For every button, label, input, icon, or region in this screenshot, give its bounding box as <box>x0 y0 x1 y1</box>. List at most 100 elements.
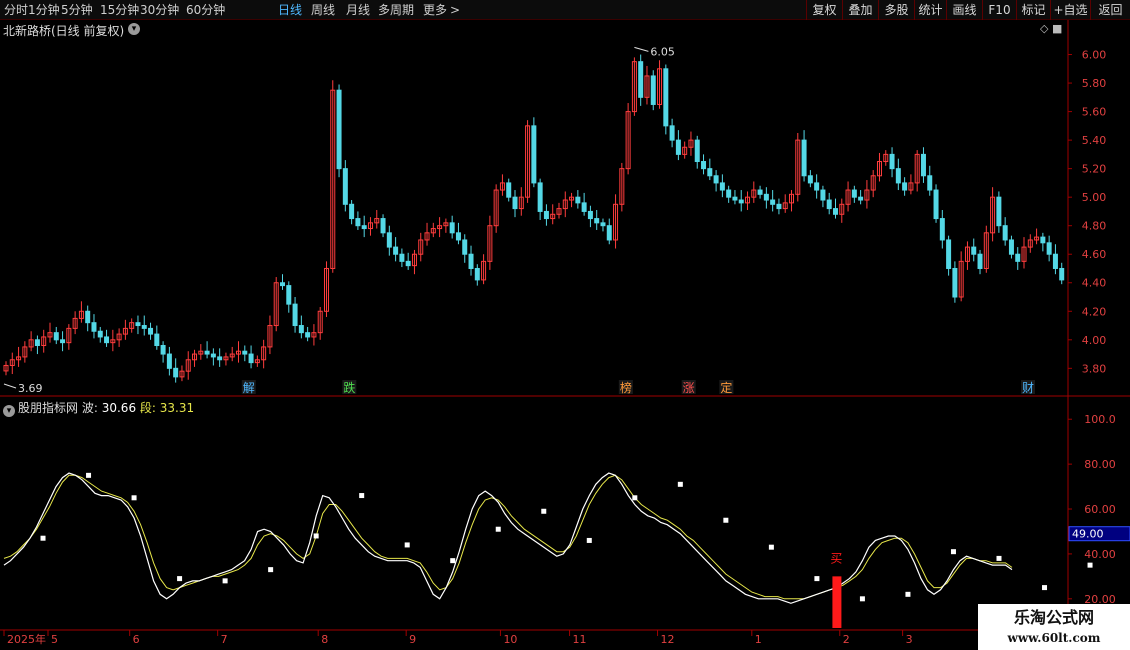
time-label: 1 <box>755 633 762 646</box>
candle-body <box>927 175 933 191</box>
candle-body <box>1059 267 1065 281</box>
candle-body <box>858 196 864 201</box>
candle-body <box>393 246 399 255</box>
candle-body <box>719 182 725 191</box>
candle-body <box>606 225 612 241</box>
event-0: 解 <box>243 381 255 395</box>
candle-body <box>537 182 543 212</box>
wave-marker <box>450 558 456 564</box>
price-tick-label: 5.00 <box>1082 191 1107 204</box>
watermark-title: 乐淘公式网 <box>1013 608 1094 627</box>
price-tick-label: 5.60 <box>1082 106 1107 119</box>
wave-marker <box>996 555 1002 561</box>
watermark-url: www.60lt.com <box>1007 631 1101 645</box>
candle-body <box>298 325 304 334</box>
candle-body <box>91 322 97 332</box>
candle-body <box>726 189 732 198</box>
time-label: 2 <box>843 633 850 646</box>
buy-bar <box>832 576 842 628</box>
event-1: 跌 <box>343 380 355 395</box>
candle-body <box>405 260 411 267</box>
candle-body <box>650 75 656 105</box>
candle-body <box>386 232 392 248</box>
candle-body <box>97 330 103 338</box>
candle-body <box>1040 236 1046 244</box>
candle-body <box>889 153 895 170</box>
candle-body <box>248 353 254 364</box>
candle-body <box>826 199 832 210</box>
time-label: 5 <box>51 633 58 646</box>
wave-marker <box>950 549 956 555</box>
price-tick-label: 4.60 <box>1082 248 1107 261</box>
wave-marker <box>404 542 410 548</box>
time-label: 10 <box>503 633 517 646</box>
candle-body <box>462 239 468 255</box>
wave-marker <box>495 526 501 532</box>
time-label: 3 <box>906 633 913 646</box>
candle-body <box>939 218 945 241</box>
candle-body <box>801 139 807 177</box>
candle-body <box>279 282 285 287</box>
candle-body <box>543 210 549 220</box>
event-2: 榜 <box>620 380 632 395</box>
candle-body <box>581 202 587 212</box>
candle-body <box>952 267 958 298</box>
time-label: 2025年 <box>7 632 46 646</box>
candle-body <box>104 336 110 344</box>
candle-body <box>594 218 600 224</box>
candle-body <box>996 196 1002 227</box>
stock-chart[interactable]: 6.00 5.80 5.60 5.40 5.20 5.00 4.80 4.60 4.40 4.20… <box>0 0 1130 650</box>
candle-body <box>474 267 480 281</box>
candle-body <box>770 199 776 205</box>
time-label: 8 <box>321 633 328 646</box>
wave-marker <box>313 533 319 539</box>
price-tick-label: 4.80 <box>1082 220 1107 233</box>
candle-body <box>355 218 361 227</box>
wave-marker <box>723 517 729 523</box>
wave-marker <box>131 495 137 501</box>
wave-marker <box>586 537 592 543</box>
candle-body <box>707 168 713 177</box>
candle-body <box>141 325 147 329</box>
high-pointer <box>634 46 649 52</box>
price-tick-label: 4.20 <box>1082 305 1107 318</box>
candle-body <box>920 153 926 177</box>
candle-body <box>763 193 769 201</box>
candle-body <box>305 332 311 338</box>
candle-body <box>242 350 248 355</box>
ind-tick-label: 60.00 <box>1084 503 1116 516</box>
candle-body <box>1052 253 1058 269</box>
wave-marker <box>40 535 46 541</box>
seg-line <box>3 474 1013 600</box>
candle-body <box>217 356 223 361</box>
candle-body <box>820 189 826 201</box>
wave-marker <box>541 508 547 514</box>
wave-marker <box>268 567 274 573</box>
candles <box>3 54 1065 383</box>
wave-marker <box>677 481 683 487</box>
wave-marker <box>632 495 638 501</box>
candle-body <box>399 253 405 262</box>
candle-body <box>166 353 172 369</box>
candle-body <box>336 89 342 170</box>
candle-body <box>638 61 644 98</box>
candle-body <box>738 199 744 204</box>
candle-body <box>85 310 91 324</box>
candle-body <box>851 189 857 198</box>
candle-body <box>977 253 983 269</box>
candle-body <box>455 232 461 241</box>
candle-body <box>154 333 160 347</box>
candle-body <box>349 203 355 220</box>
candle-body <box>669 125 675 141</box>
price-tick-label: 4.00 <box>1082 334 1107 347</box>
wave-marker <box>1087 562 1093 568</box>
candle-body <box>694 139 700 163</box>
event-5: 财 <box>1022 381 1034 395</box>
candle-body <box>380 218 386 234</box>
candle-body <box>895 168 901 184</box>
candle-body <box>832 208 838 215</box>
price-tick-label: 5.80 <box>1082 77 1107 90</box>
wave-marker <box>359 493 365 499</box>
wave-marker <box>768 544 774 550</box>
candle-body <box>60 339 66 344</box>
